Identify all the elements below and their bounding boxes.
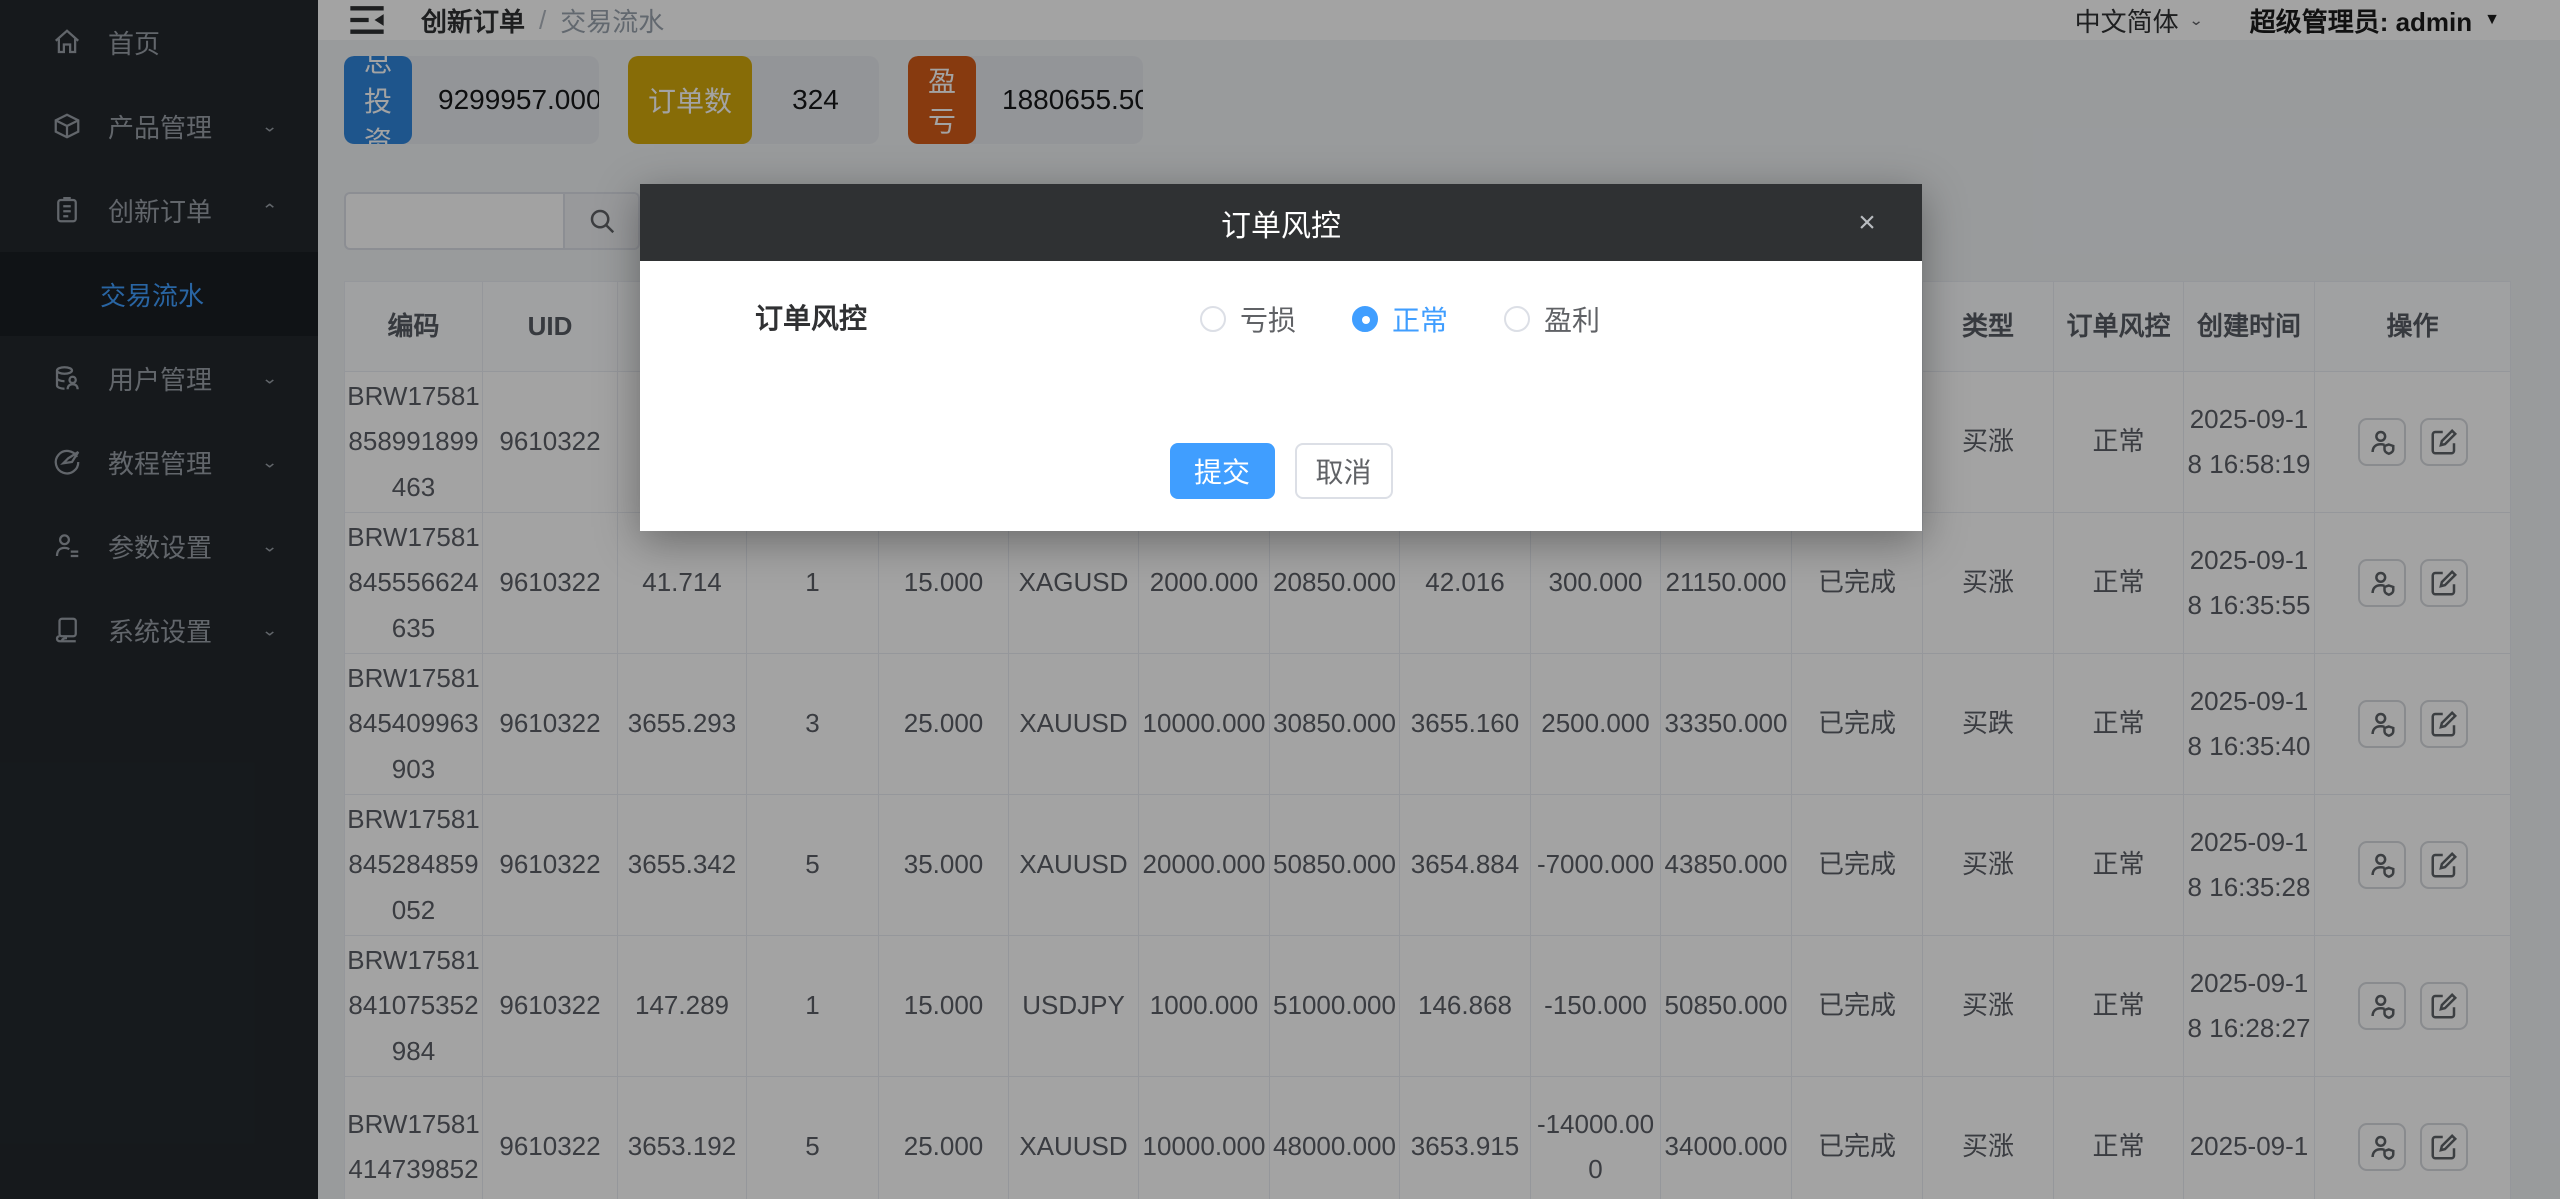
modal-body: 订单风控 亏损 正常 盈利 提交 取消 bbox=[640, 261, 1922, 531]
risk-radio-group: 亏损 正常 盈利 bbox=[1200, 299, 1600, 339]
modal-backdrop[interactable] bbox=[0, 0, 2560, 1199]
radio-label: 亏损 bbox=[1240, 299, 1296, 339]
radio-normal[interactable]: 正常 bbox=[1352, 299, 1448, 339]
modal-actions: 提交 取消 bbox=[640, 443, 1922, 499]
radio-circle-icon bbox=[1200, 306, 1226, 332]
close-icon[interactable]: × bbox=[1842, 184, 1892, 261]
cancel-button[interactable]: 取消 bbox=[1295, 443, 1393, 499]
radio-label: 正常 bbox=[1392, 299, 1448, 339]
radio-loss[interactable]: 亏损 bbox=[1200, 299, 1296, 339]
radio-profit[interactable]: 盈利 bbox=[1504, 299, 1600, 339]
modal-title: 订单风控 bbox=[1221, 201, 1341, 245]
radio-circle-icon bbox=[1352, 306, 1378, 332]
radio-label: 盈利 bbox=[1544, 299, 1600, 339]
radio-circle-icon bbox=[1504, 306, 1530, 332]
submit-button[interactable]: 提交 bbox=[1170, 443, 1275, 499]
modal-header: 订单风控 × bbox=[640, 184, 1922, 261]
risk-control-modal: 订单风控 × 订单风控 亏损 正常 盈利 提交 取消 bbox=[640, 184, 1922, 531]
risk-form-row: 订单风控 亏损 正常 盈利 bbox=[640, 299, 1922, 339]
risk-field-label: 订单风控 bbox=[755, 299, 867, 339]
